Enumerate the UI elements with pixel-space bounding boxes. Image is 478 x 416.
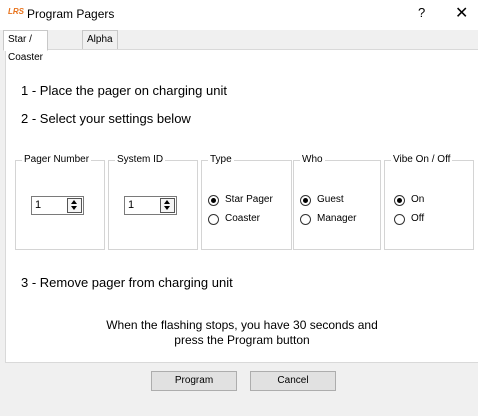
radio-selected-icon[interactable] (394, 195, 405, 206)
radio-vibe-off-label[interactable]: Off (411, 213, 424, 224)
spinner-arrows-icon[interactable] (67, 198, 82, 213)
step-1-text: 1 - Place the pager on charging unit (21, 83, 227, 98)
radio-unselected-icon[interactable] (300, 214, 311, 225)
radio-unselected-icon[interactable] (208, 214, 219, 225)
radio-selected-icon[interactable] (300, 195, 311, 206)
radio-manager-label[interactable]: Manager (317, 213, 356, 224)
tab-star-coaster[interactable]: Star / Coaster (3, 30, 49, 63)
close-button[interactable]: ✕ (455, 3, 468, 23)
step-2-text: 2 - Select your settings below (21, 111, 191, 126)
tab-alpha[interactable]: Alpha (82, 30, 118, 50)
radio-star-pager-label[interactable]: Star Pager (225, 194, 273, 205)
help-button[interactable]: ? (418, 5, 425, 20)
cancel-button[interactable]: Cancel (250, 371, 336, 391)
radio-coaster-label[interactable]: Coaster (225, 213, 260, 224)
spinner-arrows-icon[interactable] (160, 198, 175, 213)
step-3-text: 3 - Remove pager from charging unit (21, 275, 233, 290)
who-group: Who Guest Manager (293, 154, 381, 250)
instruction-line-2: press the Program button (174, 333, 310, 347)
system-id-value[interactable]: 1 (128, 199, 134, 211)
pager-number-group: Pager Number 1 (15, 154, 105, 250)
system-id-spinner[interactable]: 1 (124, 196, 177, 215)
title-bar: LRS Program Pagers ? ✕ (0, 0, 478, 30)
tab-panel: 1 - Place the pager on charging unit 2 -… (5, 49, 478, 363)
vibe-label: Vibe On / Off (391, 154, 453, 165)
radio-guest-label[interactable]: Guest (317, 194, 344, 205)
program-button[interactable]: Program (151, 371, 237, 391)
radio-selected-icon[interactable] (208, 195, 219, 206)
vibe-group: Vibe On / Off On Off (384, 154, 474, 250)
type-group: Type Star Pager Coaster (201, 154, 292, 250)
radio-unselected-icon[interactable] (394, 214, 405, 225)
instruction-line-1: When the flashing stops, you have 30 sec… (106, 318, 378, 332)
who-label: Who (300, 154, 325, 165)
pager-number-spinner[interactable]: 1 (31, 196, 84, 215)
radio-vibe-on-label[interactable]: On (411, 194, 424, 205)
system-id-group: System ID 1 (108, 154, 198, 250)
pager-number-label: Pager Number (22, 154, 92, 165)
window-title: Program Pagers (27, 7, 115, 21)
type-label: Type (208, 154, 234, 165)
lrs-logo: LRS (8, 7, 24, 16)
system-id-label: System ID (115, 154, 166, 165)
pager-number-value[interactable]: 1 (35, 199, 41, 211)
